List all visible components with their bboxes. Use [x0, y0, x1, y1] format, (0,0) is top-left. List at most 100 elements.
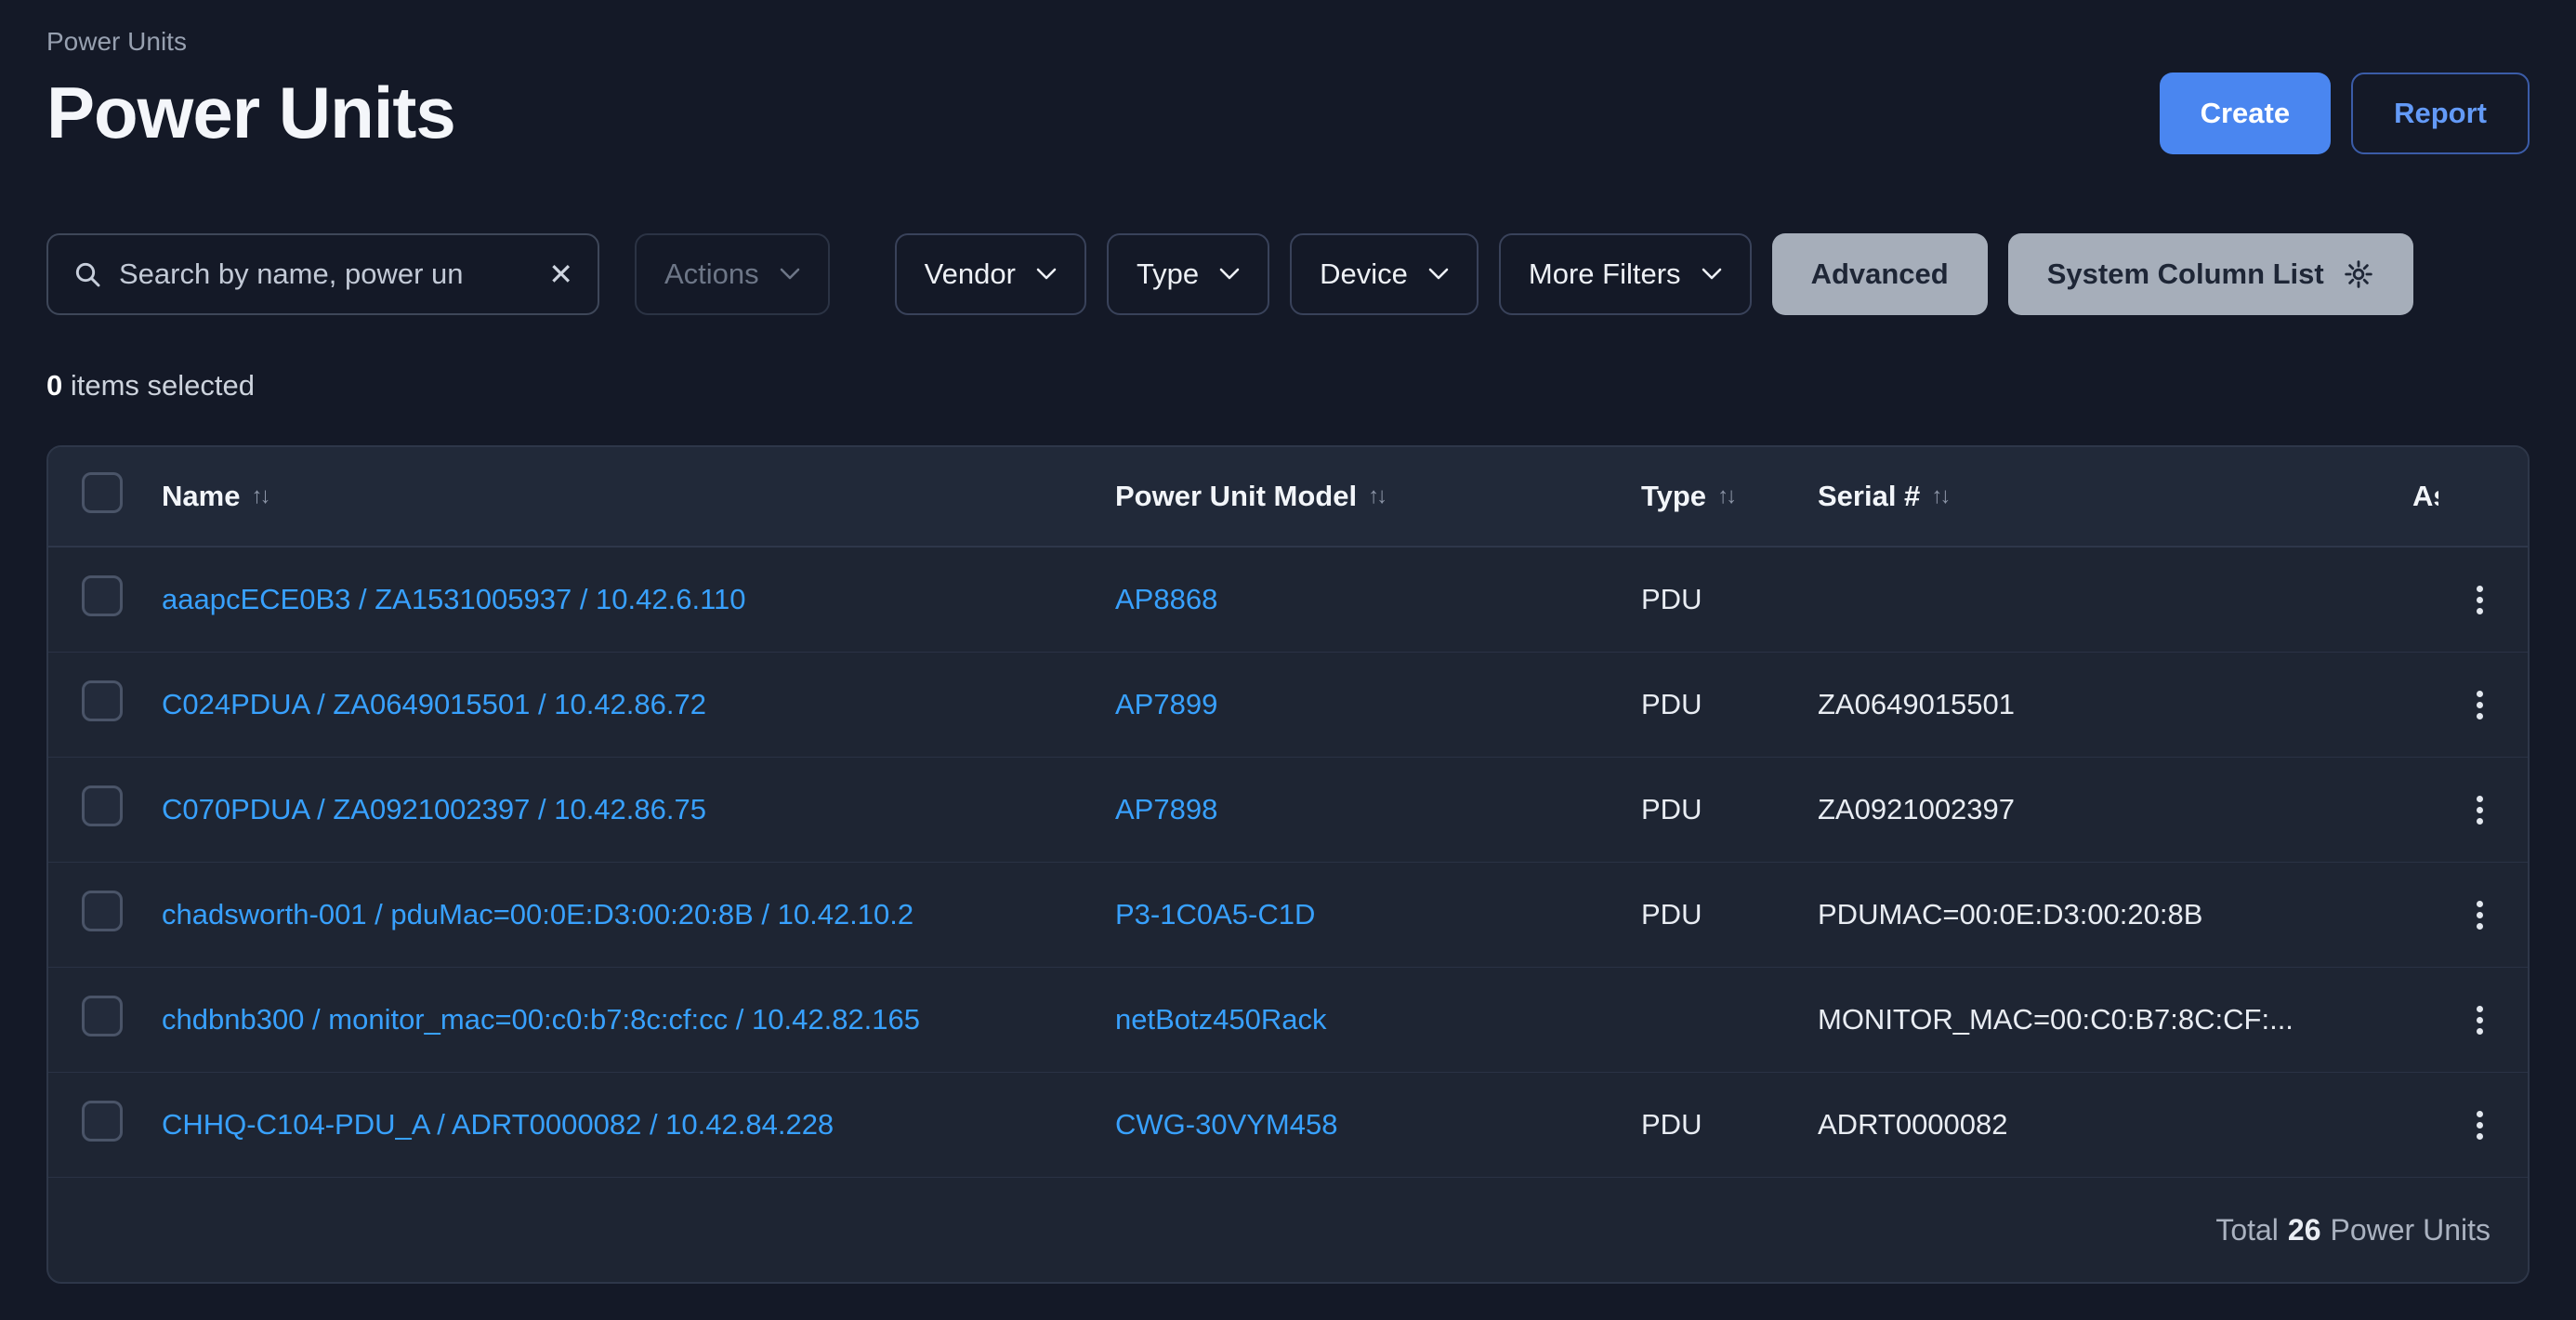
- column-header-serial[interactable]: Serial # ↑↓: [1818, 480, 2412, 513]
- search-icon: [72, 259, 102, 289]
- more-filters-dropdown[interactable]: More Filters: [1499, 233, 1752, 315]
- table-row: chdbnb300 / monitor_mac=00:c0:b7:8c:cf:c…: [48, 968, 2528, 1073]
- page-title: Power Units: [46, 71, 455, 155]
- row-checkbox[interactable]: [82, 680, 123, 721]
- power-unit-model-link[interactable]: AP7898: [1115, 793, 1217, 825]
- type-filter-label: Type: [1137, 257, 1199, 291]
- clear-search-icon[interactable]: ✕: [548, 259, 573, 289]
- type-cell: PDU: [1641, 1108, 1818, 1142]
- column-header-model[interactable]: Power Unit Model ↑↓: [1115, 480, 1641, 513]
- kebab-menu-icon[interactable]: [2469, 683, 2491, 727]
- vendor-filter-label: Vendor: [925, 257, 1016, 291]
- name-cell: CHHQ-C104-PDU_A / ADRT0000082 / 10.42.84…: [162, 1108, 1115, 1142]
- row-checkbox-cell: [48, 785, 162, 834]
- name-cell: aaapcECE0B3 / ZA1531005937 / 10.42.6.110: [162, 583, 1115, 616]
- row-checkbox[interactable]: [82, 996, 123, 1036]
- sort-icon[interactable]: ↑↓: [1717, 483, 1734, 509]
- power-unit-name-link[interactable]: aaapcECE0B3 / ZA1531005937 / 10.42.6.110: [162, 583, 746, 615]
- row-checkbox[interactable]: [82, 1101, 123, 1142]
- type-cell: PDU: [1641, 898, 1818, 931]
- select-all-checkbox[interactable]: [82, 472, 123, 513]
- row-actions-cell: [2438, 1103, 2528, 1147]
- device-filter-label: Device: [1320, 257, 1408, 291]
- chevron-down-icon: [1428, 268, 1449, 281]
- row-checkbox[interactable]: [82, 891, 123, 931]
- name-cell: chadsworth-001 / pduMac=00:0E:D3:00:20:8…: [162, 898, 1115, 931]
- name-cell: chdbnb300 / monitor_mac=00:c0:b7:8c:cf:c…: [162, 1003, 1115, 1036]
- power-unit-model-link[interactable]: netBotz450Rack: [1115, 1003, 1326, 1036]
- row-actions-cell: [2438, 578, 2528, 622]
- power-unit-model-link[interactable]: CWG-30VYM458: [1115, 1108, 1337, 1141]
- actions-dropdown-label: Actions: [664, 257, 759, 291]
- selection-status: 0 items selected: [46, 369, 2530, 403]
- kebab-menu-icon[interactable]: [2469, 578, 2491, 622]
- sort-icon[interactable]: ↑↓: [1368, 483, 1385, 509]
- power-unit-name-link[interactable]: C070PDUA / ZA0921002397 / 10.42.86.75: [162, 793, 706, 825]
- name-cell: C070PDUA / ZA0921002397 / 10.42.86.75: [162, 793, 1115, 826]
- kebab-menu-icon[interactable]: [2469, 1103, 2491, 1147]
- power-units-table: Name ↑↓ Power Unit Model ↑↓ Type ↑↓ Seri…: [46, 445, 2530, 1284]
- row-actions-cell: [2438, 788, 2528, 832]
- row-checkbox[interactable]: [82, 785, 123, 826]
- actions-dropdown[interactable]: Actions: [635, 233, 830, 315]
- serial-cell: ZA0649015501: [1818, 688, 2412, 721]
- type-filter-dropdown[interactable]: Type: [1107, 233, 1269, 315]
- model-cell: AP8868: [1115, 583, 1641, 616]
- table-row: C024PDUA / ZA0649015501 / 10.42.86.72 AP…: [48, 653, 2528, 758]
- power-unit-model-link[interactable]: AP7899: [1115, 688, 1217, 720]
- power-unit-name-link[interactable]: CHHQ-C104-PDU_A / ADRT0000082 / 10.42.84…: [162, 1108, 834, 1141]
- row-actions-cell: [2438, 683, 2528, 727]
- model-cell: netBotz450Rack: [1115, 1003, 1641, 1036]
- power-unit-name-link[interactable]: C024PDUA / ZA0649015501 / 10.42.86.72: [162, 688, 706, 720]
- model-cell: P3-1C0A5-C1D: [1115, 898, 1641, 931]
- column-header-name[interactable]: Name ↑↓: [162, 480, 1115, 513]
- chevron-down-icon: [1036, 268, 1057, 281]
- kebab-menu-icon[interactable]: [2469, 893, 2491, 937]
- column-header-type[interactable]: Type ↑↓: [1641, 480, 1818, 513]
- total-count: 26: [2288, 1213, 2321, 1247]
- breadcrumb[interactable]: Power Units: [46, 26, 2530, 58]
- sort-icon[interactable]: ↑↓: [1931, 483, 1948, 509]
- filter-bar: ✕ Actions Vendor Type Device: [46, 233, 2530, 315]
- device-filter-dropdown[interactable]: Device: [1290, 233, 1479, 315]
- sort-icon[interactable]: ↑↓: [251, 483, 268, 509]
- table-row: C070PDUA / ZA0921002397 / 10.42.86.75 AP…: [48, 758, 2528, 863]
- selected-label: items selected: [62, 369, 255, 402]
- system-column-list-button[interactable]: System Column List: [2008, 233, 2413, 315]
- serial-cell: MONITOR_MAC=00:C0:B7:8C:CF:...: [1818, 1003, 2412, 1036]
- power-unit-name-link[interactable]: chadsworth-001 / pduMac=00:0E:D3:00:20:8…: [162, 898, 913, 931]
- create-button[interactable]: Create: [2160, 73, 2332, 154]
- row-checkbox-cell: [48, 996, 162, 1044]
- search-input[interactable]: [119, 257, 532, 291]
- serial-cell: ADRT0000082: [1818, 1108, 2412, 1142]
- gear-icon: [2343, 258, 2374, 290]
- serial-cell: PDUMAC=00:0E:D3:00:20:8B: [1818, 898, 2412, 931]
- row-checkbox-cell: [48, 575, 162, 624]
- power-unit-model-link[interactable]: AP8868: [1115, 583, 1217, 615]
- chevron-down-icon: [1219, 268, 1240, 281]
- table-row: chadsworth-001 / pduMac=00:0E:D3:00:20:8…: [48, 863, 2528, 968]
- search-box[interactable]: ✕: [46, 233, 599, 315]
- chevron-down-icon: [780, 268, 800, 281]
- total-label: Total: [2215, 1213, 2279, 1247]
- kebab-menu-icon[interactable]: [2469, 998, 2491, 1042]
- column-header-assigned[interactable]: Assigned: [2412, 480, 2438, 513]
- row-checkbox-cell: [48, 1101, 162, 1149]
- header-checkbox-cell: [48, 472, 162, 521]
- selected-count: 0: [46, 369, 62, 402]
- model-cell: AP7898: [1115, 793, 1641, 826]
- power-unit-model-link[interactable]: P3-1C0A5-C1D: [1115, 898, 1315, 931]
- power-unit-name-link[interactable]: chdbnb300 / monitor_mac=00:c0:b7:8c:cf:c…: [162, 1003, 920, 1036]
- row-actions-cell: [2438, 893, 2528, 937]
- advanced-button[interactable]: Advanced: [1772, 233, 1988, 315]
- model-cell: CWG-30VYM458: [1115, 1108, 1641, 1142]
- report-button[interactable]: Report: [2351, 73, 2530, 154]
- table-row: CHHQ-C104-PDU_A / ADRT0000082 / 10.42.84…: [48, 1073, 2528, 1178]
- row-checkbox[interactable]: [82, 575, 123, 616]
- row-actions-cell: [2438, 998, 2528, 1042]
- type-cell: PDU: [1641, 583, 1818, 616]
- power-units-page: Power Units Power Units Create Report ✕ …: [0, 0, 2576, 1284]
- vendor-filter-dropdown[interactable]: Vendor: [895, 233, 1086, 315]
- kebab-menu-icon[interactable]: [2469, 788, 2491, 832]
- row-checkbox-cell: [48, 891, 162, 939]
